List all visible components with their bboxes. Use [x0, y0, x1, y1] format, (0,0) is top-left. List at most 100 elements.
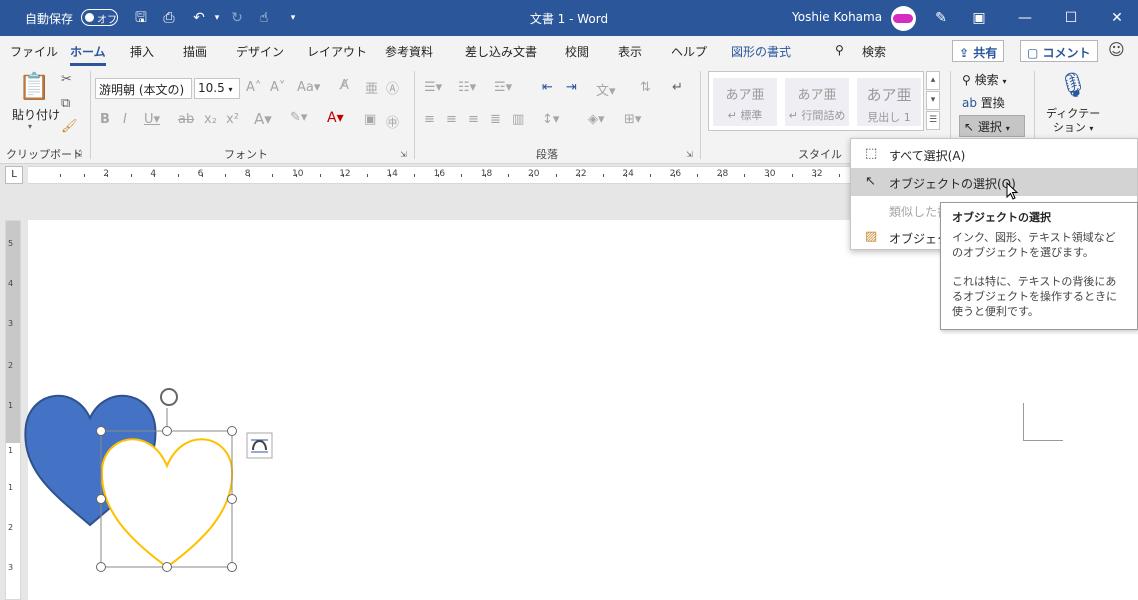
comments-button[interactable]: ▢ コメント [1020, 40, 1098, 62]
character-border-icon[interactable]: Ⓐ [386, 78, 399, 97]
italic-icon[interactable]: I [123, 112, 127, 127]
tab-design[interactable]: デザイン [236, 43, 284, 60]
layout-options-icon[interactable] [246, 432, 273, 459]
subscript-icon[interactable]: x₂ [204, 112, 217, 127]
character-shading-icon[interactable]: ▣ [364, 112, 376, 127]
paste-dropdown-icon[interactable]: ▾ [28, 122, 32, 131]
tab-review[interactable]: 校閲 [565, 43, 589, 60]
styles-down-icon[interactable]: ▾ [926, 91, 940, 110]
tab-selector[interactable]: L [5, 166, 23, 184]
paste-icon[interactable]: 📋 [18, 72, 50, 102]
tab-references[interactable]: 参考資料 [385, 43, 433, 60]
ruler-number: 22 [575, 169, 587, 179]
borders-icon[interactable]: ⊞▾ [624, 112, 641, 127]
maximize-icon[interactable]: ☐ [1048, 0, 1094, 36]
feedback-smiley-icon[interactable]: ☺ [1108, 40, 1125, 59]
ruler-tick [508, 174, 510, 177]
superscript-icon[interactable]: x² [226, 112, 239, 127]
avatar[interactable] [891, 6, 916, 31]
shading-icon[interactable]: ◈▾ [588, 112, 605, 127]
replace-icon: ab [962, 96, 981, 110]
strikethrough-icon[interactable]: ab [178, 112, 194, 127]
tab-shape-format[interactable]: 図形の書式 [731, 43, 791, 60]
clear-formatting-icon[interactable]: A̸ [340, 78, 349, 93]
tab-file[interactable]: ファイル [10, 43, 58, 60]
tooltip: オブジェクトの選択 インク、図形、テキスト領域などのオブジェクトを選びます。 こ… [940, 202, 1138, 330]
style-heading-1[interactable]: あア亜 見出し 1 [857, 78, 921, 126]
dictate-label: ション [1052, 121, 1086, 134]
tab-layout[interactable]: レイアウト [307, 43, 367, 60]
ruler-tick [602, 174, 604, 177]
minimize-icon[interactable]: — [1002, 0, 1048, 36]
decrease-indent-icon[interactable]: ⇤ [542, 80, 553, 95]
font-name-combo[interactable]: 游明朝 (本文の) [95, 78, 192, 99]
tab-help[interactable]: ヘルプ [671, 43, 707, 60]
paragraph-launcher-icon[interactable]: ⇲ [686, 150, 693, 159]
dictate-button[interactable]: ディクテー ション ▾ [1046, 107, 1100, 136]
shrink-font-icon[interactable]: A˅ [270, 80, 285, 95]
font-color-icon[interactable]: A▾ [327, 110, 344, 126]
align-left-icon[interactable]: ≡ [424, 112, 435, 127]
change-case-icon[interactable]: Aa▾ [297, 80, 320, 95]
ribbon-display-icon[interactable]: ▣ [956, 0, 1002, 36]
search-icon: ⚲ [962, 73, 975, 87]
justify-icon[interactable]: ≣ [490, 112, 501, 127]
title-bar: 自動保存 オフ 🖫 ⎙ ↶ ▾ ↻ ☝ ▾ 文書 1 - Word Yoshie… [0, 0, 1138, 36]
distribute-icon[interactable]: ▥ [512, 112, 524, 127]
copy-icon[interactable]: ⧉ [61, 96, 70, 111]
phonetic-guide-icon[interactable]: 亜 [365, 78, 378, 97]
tab-draw[interactable]: 描画 [183, 43, 207, 60]
tell-me-search-icon[interactable]: ⚲ [835, 43, 844, 57]
tab-mailings[interactable]: 差し込み文書 [465, 43, 537, 60]
ruler-tick [650, 174, 651, 177]
align-center-icon[interactable]: ≡ [446, 112, 457, 127]
tab-home[interactable]: ホーム [70, 43, 106, 66]
enclose-characters-icon[interactable]: ㊥ [386, 112, 399, 131]
grow-font-icon[interactable]: A˄ [246, 80, 261, 95]
rotation-handle[interactable] [160, 388, 178, 431]
format-painter-icon[interactable]: 🖌 [61, 119, 78, 134]
ruler-tick [366, 174, 368, 177]
bold-icon[interactable]: B [100, 112, 110, 127]
ruler-tick [555, 174, 557, 177]
bullets-icon[interactable]: ☰▾ [424, 80, 442, 95]
outlined-heart-shape[interactable] [100, 438, 234, 569]
increase-indent-icon[interactable]: ⇥ [566, 80, 577, 95]
distributed-layout-icon[interactable]: 文▾ [596, 80, 616, 99]
tell-me-search-label[interactable]: 検索 [862, 43, 886, 60]
text-effects-icon[interactable]: A▾ [254, 110, 272, 128]
styles-more-icon[interactable]: ☰ [926, 111, 940, 130]
font-size-combo[interactable]: 10.5 ▾ [194, 78, 240, 99]
multilevel-list-icon[interactable]: ☲▾ [494, 80, 512, 95]
menu-item-select-all[interactable]: ⬚ すべて選択(A) [851, 140, 1137, 168]
comments-label: コメント [1042, 46, 1091, 60]
sort-icon[interactable]: ⇅ [640, 80, 651, 95]
replace-button[interactable]: ab 置換 [962, 94, 1005, 111]
menu-item-select-objects[interactable]: ↖ オブジェクトの選択(O) [851, 168, 1137, 196]
tab-insert[interactable]: 挿入 [130, 43, 154, 60]
styles-group-label: スタイル [798, 148, 842, 161]
numbering-icon[interactable]: ☷▾ [458, 80, 476, 95]
microphone-icon[interactable]: 🎙 [1058, 71, 1088, 99]
align-right-icon[interactable]: ≡ [468, 112, 479, 127]
chevron-down-icon: ▾ [1002, 77, 1007, 86]
tab-view[interactable]: 表示 [618, 43, 642, 60]
underline-icon[interactable]: U▾ [144, 112, 160, 127]
close-icon[interactable]: ✕ [1094, 0, 1138, 36]
line-spacing-icon[interactable]: ↕▾ [542, 112, 559, 127]
find-button[interactable]: ⚲ 検索 ▾ [962, 71, 1006, 88]
ruler-number: 5 [8, 239, 14, 248]
show-formatting-marks-icon[interactable]: ↵ [672, 80, 683, 95]
highlight-icon[interactable]: ✎▾ [290, 110, 307, 125]
styles-up-icon[interactable]: ▴ [926, 71, 940, 90]
share-button[interactable]: ⇪ 共有 [952, 40, 1005, 62]
style-normal[interactable]: あア亜 ↵ 標準 [713, 78, 777, 126]
clipboard-launcher-icon[interactable]: ⇲ [75, 150, 82, 159]
user-name[interactable]: Yoshie Kohama [792, 10, 882, 24]
select-button-label[interactable]: ↖ 選択 ▾ [964, 118, 1010, 135]
style-no-spacing[interactable]: あア亜 ↵ 行間詰め [785, 78, 849, 126]
paste-label[interactable]: 貼り付け [12, 106, 60, 123]
cut-icon[interactable]: ✂ [61, 72, 72, 87]
designer-pen-icon[interactable]: ✎ [932, 9, 950, 27]
font-launcher-icon[interactable]: ⇲ [400, 150, 407, 159]
